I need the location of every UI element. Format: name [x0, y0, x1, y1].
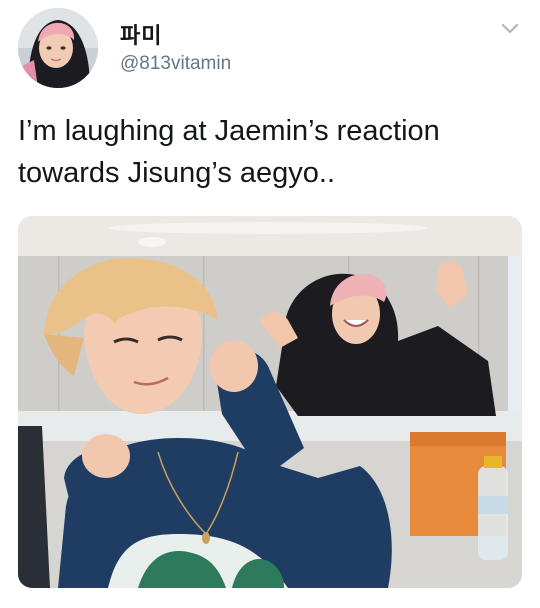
profile-photo-icon: [18, 8, 98, 88]
author-handle[interactable]: @813vitamin: [120, 53, 231, 75]
photo-image: [18, 216, 522, 588]
tweet-photo[interactable]: [18, 216, 522, 588]
author-display-name[interactable]: 파미: [120, 18, 162, 50]
tweet-card: 파미 @813vitamin I’m laughing at Jaemin’s …: [0, 0, 540, 608]
chevron-down-icon[interactable]: [500, 22, 520, 36]
tweet-text: I’m laughing at Jaemin’s reaction toward…: [18, 115, 440, 189]
avatar[interactable]: [18, 8, 98, 88]
